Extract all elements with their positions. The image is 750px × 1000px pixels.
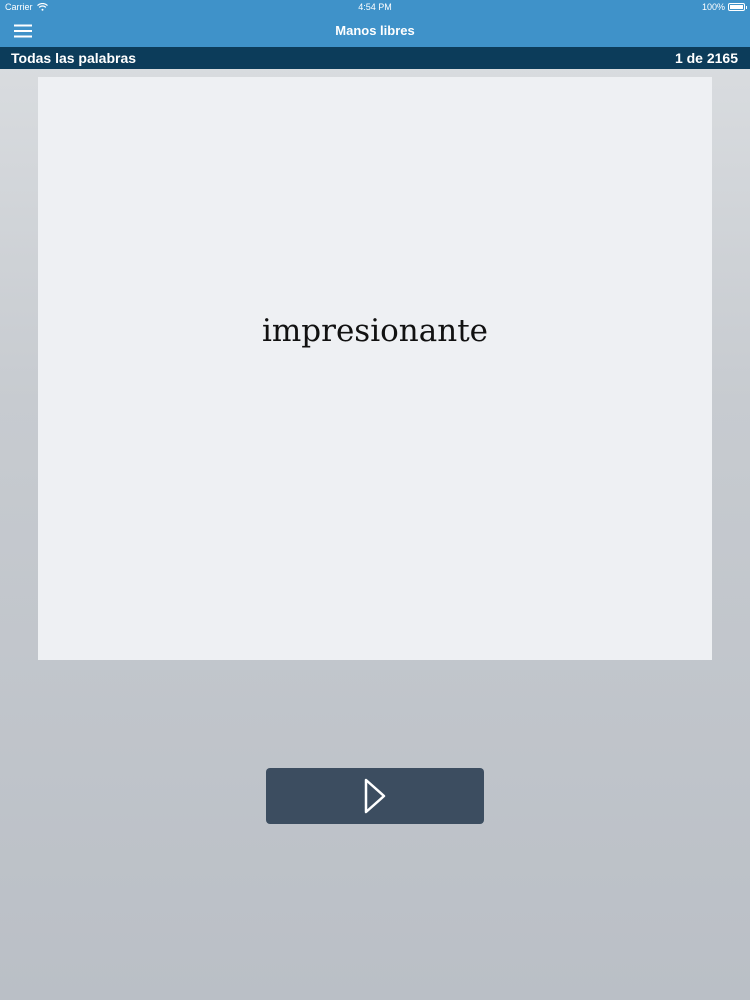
battery-icon bbox=[728, 3, 747, 11]
word-list-name: Todas las palabras bbox=[11, 50, 137, 66]
status-time: 4:54 PM bbox=[358, 2, 392, 12]
play-icon bbox=[364, 778, 386, 814]
status-bar: Carrier 4:54 PM 100% bbox=[0, 0, 750, 15]
battery-percent: 100% bbox=[701, 2, 725, 12]
play-button[interactable] bbox=[266, 768, 484, 824]
page-title: Manos libres bbox=[335, 23, 415, 38]
battery-level-fill bbox=[730, 5, 743, 9]
navigation-bar: Manos libres bbox=[0, 15, 750, 47]
flashcard[interactable]: impresionante bbox=[38, 77, 712, 660]
card-position: 1 de 2165 bbox=[674, 50, 738, 66]
flashcard-word: impresionante bbox=[261, 312, 489, 349]
list-header: Todas las palabras 1 de 2165 bbox=[0, 47, 750, 69]
battery-status: 100% bbox=[701, 2, 747, 12]
